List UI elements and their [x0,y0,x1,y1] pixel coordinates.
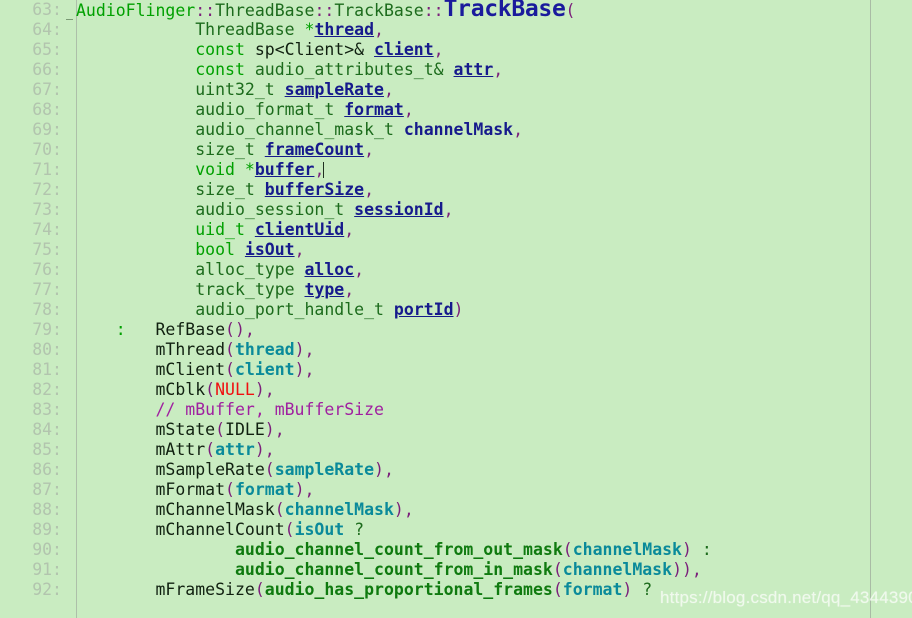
code-line[interactable]: 66: const audio_attributes_t& attr, [0,60,912,80]
code-line[interactable]: 83: // mBuffer, mBufferSize [0,400,912,420]
line-number: 90: [32,540,62,559]
line-content: uid_t clientUid, [195,220,355,239]
code-line[interactable]: 92: mFrameSize(audio_has_proportional_fr… [0,580,912,600]
line-content: audio_format_t format, [195,100,414,119]
code-line[interactable]: 76: alloc_type alloc, [0,260,912,280]
code-line[interactable]: 81: mClient(client), [0,360,912,380]
line-number: 68: [32,100,62,119]
line-content: void *buffer, [195,160,325,179]
line-content: mState(IDLE), [155,420,285,439]
line-content: mFormat(format), [155,480,315,499]
code-line[interactable]: 69: audio_channel_mask_t channelMask, [0,120,912,140]
line-content: bool isOut, [195,240,305,259]
line-number: 82: [32,380,62,399]
line-number: 71: [32,160,62,179]
line-number: 84: [32,420,62,439]
line-content: // mBuffer, mBufferSize [155,400,384,419]
line-content: mSampleRate(sampleRate), [155,460,394,479]
code-lines[interactable]: 63: AudioFlinger::ThreadBase::TrackBase:… [0,0,912,600]
code-line[interactable]: 75: bool isOut, [0,240,912,260]
code-line[interactable]: 89: mChannelCount(isOut ? [0,520,912,540]
code-line[interactable]: 80: mThread(thread), [0,340,912,360]
line-content: audio_session_t sessionId, [195,200,454,219]
code-line[interactable]: 68: audio_format_t format, [0,100,912,120]
line-number: 69: [32,120,62,139]
line-number: 64: [32,20,62,39]
code-line[interactable]: 90: audio_channel_count_from_out_mask(ch… [0,540,912,560]
line-number: 91: [32,560,62,579]
code-line[interactable]: 85: mAttr(attr), [0,440,912,460]
code-line[interactable]: 79: : RefBase(), [0,320,912,340]
line-content: mChannelMask(channelMask), [155,500,414,519]
code-line[interactable]: 71: void *buffer, [0,160,912,180]
line-content: size_t frameCount, [195,140,375,159]
code-line[interactable]: 72: size_t bufferSize, [0,180,912,200]
line-number: 72: [32,180,62,199]
code-line[interactable]: 88: mChannelMask(channelMask), [0,500,912,520]
line-content: AudioFlinger::ThreadBase::TrackBase::Tra… [76,0,576,22]
line-content: mChannelCount(isOut ? [155,520,365,539]
line-number: 81: [32,360,62,379]
line-content: audio_channel_count_from_out_mask(channe… [234,540,712,559]
line-number: 88: [32,500,62,519]
code-line[interactable]: 78: audio_port_handle_t portId) [0,300,912,320]
line-number: 76: [32,260,62,279]
line-content: uint32_t sampleRate, [195,80,394,99]
line-content: const sp<Client>& client, [195,40,444,59]
line-number: 87: [32,480,62,499]
code-line[interactable]: 73: audio_session_t sessionId, [0,200,912,220]
line-number: 80: [32,340,62,359]
line-number: 77: [32,280,62,299]
line-number: 86: [32,460,62,479]
code-line[interactable]: 67: uint32_t sampleRate, [0,80,912,100]
code-line[interactable]: 82: mCblk(NULL), [0,380,912,400]
line-number: 78: [32,300,62,319]
line-content: audio_channel_count_from_in_mask(channel… [234,560,702,579]
line-content: alloc_type alloc, [195,260,365,279]
line-number: 75: [32,240,62,259]
line-content: track_type type, [195,280,355,299]
line-content: audio_port_handle_t portId) [195,300,464,319]
line-number: 74: [32,220,62,239]
line-number: 79: [32,320,62,339]
code-line[interactable]: 70: size_t frameCount, [0,140,912,160]
line-content: mClient(client), [155,360,315,379]
line-number: 73: [32,200,62,219]
code-line[interactable]: 64: ThreadBase *thread, [0,20,912,40]
code-line[interactable]: 63: AudioFlinger::ThreadBase::TrackBase:… [0,0,912,22]
code-line[interactable]: 91: audio_channel_count_from_in_mask(cha… [0,560,912,580]
code-line[interactable]: 74: uid_t clientUid, [0,220,912,240]
line-number: 85: [32,440,62,459]
line-number: 67: [32,80,62,99]
code-line[interactable]: 65: const sp<Client>& client, [0,40,912,60]
line-number: 63: [32,0,62,19]
code-line[interactable]: 86: mSampleRate(sampleRate), [0,460,912,480]
line-content: const audio_attributes_t& attr, [195,60,504,79]
line-content: mAttr(attr), [155,440,275,459]
line-number: 70: [32,140,62,159]
code-line[interactable]: 77: track_type type, [0,280,912,300]
line-content: audio_channel_mask_t channelMask, [195,120,524,139]
line-number: 89: [32,520,62,539]
line-content: ThreadBase *thread, [195,20,384,39]
line-number: 83: [32,400,62,419]
line-number: 92: [32,580,62,599]
code-line[interactable]: 84: mState(IDLE), [0,420,912,440]
line-number: 66: [32,60,62,79]
line-number: 65: [32,40,62,59]
line-content: : RefBase(), [115,320,255,339]
line-content: size_t bufferSize, [195,180,375,199]
code-editor[interactable]: 63: AudioFlinger::ThreadBase::TrackBase:… [0,0,912,618]
code-line[interactable]: 87: mFormat(format), [0,480,912,500]
text-cursor [323,162,325,178]
line-content: mThread(thread), [155,340,315,359]
line-content: mFrameSize(audio_has_proportional_frames… [155,580,653,599]
line-content: mCblk(NULL), [155,380,275,399]
